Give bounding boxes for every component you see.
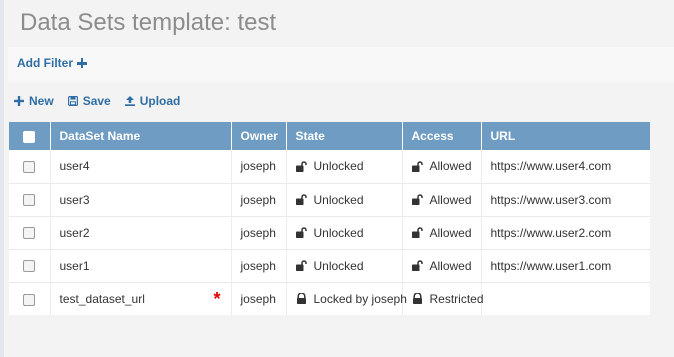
table-row[interactable]: user2 joseph Unlocked Allowed https://ww… bbox=[9, 216, 650, 249]
unlock-icon bbox=[411, 161, 423, 172]
owner-cell: joseph bbox=[231, 183, 287, 216]
new-button-label: New bbox=[29, 94, 54, 108]
floppy-disk-icon bbox=[67, 96, 78, 106]
select-all-cell bbox=[9, 122, 51, 150]
unlock-icon bbox=[295, 194, 307, 205]
row-select-cell bbox=[9, 150, 51, 183]
url-cell: https://www.user1.com bbox=[490, 258, 612, 273]
unlock-icon bbox=[295, 227, 307, 238]
dataset-name-cell: test_dataset_url * bbox=[50, 282, 232, 315]
owner-cell: joseph bbox=[231, 150, 287, 183]
state-cell: Unlocked bbox=[286, 216, 403, 249]
toolbar: New Save Upload bbox=[14, 93, 180, 109]
access-text: Allowed bbox=[429, 258, 472, 273]
left-gutter bbox=[0, 0, 4, 357]
state-text: Unlocked bbox=[313, 159, 364, 174]
unlock-icon bbox=[295, 260, 307, 271]
owner-cell: joseph bbox=[231, 216, 287, 249]
dataset-name[interactable]: user1 bbox=[50, 249, 232, 282]
required-asterisk: * bbox=[213, 288, 221, 309]
add-filter-label: Add Filter bbox=[17, 56, 73, 70]
save-button-label: Save bbox=[82, 94, 111, 108]
state-cell: Unlocked bbox=[286, 183, 403, 216]
unlock-icon bbox=[295, 161, 307, 172]
table-row[interactable]: test_dataset_url * joseph Locked by jose… bbox=[9, 282, 650, 315]
state-text: Unlocked bbox=[313, 258, 364, 273]
state-text: Unlocked bbox=[313, 225, 364, 240]
select-all-checkbox[interactable] bbox=[23, 130, 36, 143]
table-row[interactable]: user3 joseph Unlocked Allowed https://ww… bbox=[9, 183, 650, 216]
column-header-name[interactable]: DataSet Name bbox=[50, 122, 232, 150]
upload-icon bbox=[124, 96, 135, 106]
url-cell: https://www.user2.com bbox=[490, 225, 612, 240]
row-checkbox[interactable] bbox=[23, 161, 36, 174]
table-row[interactable]: user1 joseph Unlocked Allowed https://ww… bbox=[9, 249, 650, 282]
access-cell: Allowed bbox=[402, 183, 482, 216]
lock-icon bbox=[296, 293, 306, 305]
row-checkbox[interactable] bbox=[23, 293, 36, 306]
state-cell: Unlocked bbox=[286, 249, 403, 282]
owner-cell: joseph bbox=[231, 282, 287, 315]
table-header-row: DataSet Name Owner State Access URL bbox=[9, 122, 650, 150]
row-checkbox[interactable] bbox=[23, 194, 36, 207]
access-text: Allowed bbox=[429, 159, 472, 174]
unlock-icon bbox=[411, 260, 423, 271]
access-text: Allowed bbox=[429, 225, 472, 240]
lock-icon bbox=[412, 293, 422, 305]
dataset-name[interactable]: user3 bbox=[50, 183, 232, 216]
column-header-state[interactable]: State bbox=[286, 122, 403, 150]
access-cell: Restricted bbox=[402, 282, 484, 315]
save-button[interactable]: Save bbox=[67, 94, 111, 108]
state-cell: Locked by joseph bbox=[286, 282, 407, 315]
row-select-cell bbox=[9, 216, 51, 249]
row-select-cell bbox=[9, 249, 51, 282]
url-cell bbox=[481, 282, 650, 315]
dataset-name[interactable]: user2 bbox=[50, 216, 232, 249]
datasets-table: DataSet Name Owner State Access URL user… bbox=[9, 122, 650, 315]
row-select-cell bbox=[9, 183, 51, 216]
access-cell: Allowed bbox=[402, 249, 482, 282]
url-cell: https://www.user3.com bbox=[490, 192, 612, 207]
column-header-owner[interactable]: Owner bbox=[231, 122, 287, 150]
page-title: Data Sets template: test bbox=[20, 9, 277, 36]
unlock-icon bbox=[411, 194, 423, 205]
state-text: Unlocked bbox=[313, 192, 364, 207]
row-checkbox[interactable] bbox=[23, 260, 36, 273]
state-cell: Unlocked bbox=[286, 150, 403, 183]
plus-icon bbox=[14, 96, 24, 106]
unlock-icon bbox=[411, 227, 423, 238]
upload-button-label: Upload bbox=[139, 94, 181, 108]
access-cell: Allowed bbox=[402, 216, 482, 249]
table-body: user4 joseph Unlocked Allowed https://ww… bbox=[9, 150, 650, 315]
column-header-access[interactable]: Access bbox=[402, 122, 482, 150]
row-checkbox[interactable] bbox=[23, 227, 36, 240]
owner-cell: joseph bbox=[231, 249, 287, 282]
access-text: Restricted bbox=[429, 291, 484, 306]
dataset-name[interactable]: user4 bbox=[50, 150, 232, 183]
new-button[interactable]: New bbox=[14, 94, 54, 108]
add-filter-button[interactable]: Add Filter bbox=[17, 56, 87, 70]
table-row[interactable]: user4 joseph Unlocked Allowed https://ww… bbox=[9, 150, 650, 183]
state-text: Locked by joseph bbox=[313, 291, 407, 306]
row-select-cell bbox=[9, 282, 51, 315]
plus-icon bbox=[77, 58, 87, 68]
column-header-url[interactable]: URL bbox=[481, 122, 650, 150]
access-text: Allowed bbox=[429, 192, 472, 207]
access-cell: Allowed bbox=[402, 150, 482, 183]
upload-button[interactable]: Upload bbox=[124, 94, 181, 108]
dataset-name[interactable]: test_dataset_url bbox=[60, 292, 145, 306]
filter-bar bbox=[8, 47, 674, 82]
url-cell: https://www.user4.com bbox=[490, 159, 612, 174]
